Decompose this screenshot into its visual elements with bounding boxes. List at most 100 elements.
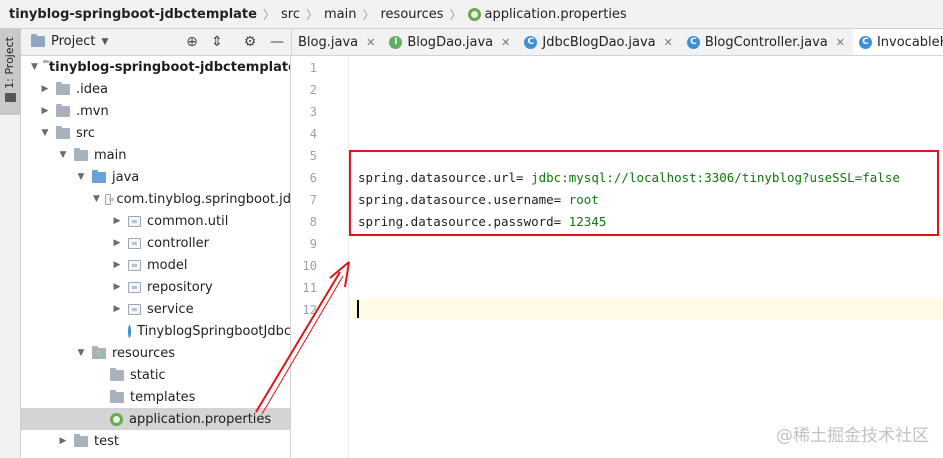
collapsed-arrow-icon[interactable]: ▶ bbox=[111, 238, 123, 248]
breadcrumb-resources[interactable]: resources bbox=[380, 7, 443, 22]
tree-item-java[interactable]: ▼ java bbox=[21, 166, 290, 188]
line-number: 10 bbox=[302, 259, 317, 273]
project-tool-window-button[interactable]: 1: Project bbox=[0, 29, 21, 115]
properties-file-icon bbox=[110, 412, 123, 426]
locate-icon[interactable]: ⊕ bbox=[184, 34, 200, 50]
folder-icon bbox=[110, 389, 124, 403]
tab-label: BlogDao.java bbox=[407, 34, 494, 50]
breadcrumb: tinyblog-springboot-jdbctemplate 〉 src 〉… bbox=[0, 0, 943, 29]
class-icon bbox=[524, 35, 538, 49]
expanded-arrow-icon[interactable]: ▼ bbox=[57, 150, 69, 160]
tree-item-label: templates bbox=[130, 389, 196, 405]
line-number: 4 bbox=[309, 127, 317, 141]
folder-icon bbox=[56, 103, 70, 117]
tab-blogdao-java[interactable]: BlogDao.java ✕ bbox=[383, 29, 518, 55]
expanded-arrow-icon[interactable]: ▼ bbox=[75, 172, 87, 182]
project-tree: ▼ tinyblog-springboot-jdbctemplate D: ▶ … bbox=[21, 56, 291, 458]
tree-item-mvn[interactable]: ▶ .mvn bbox=[21, 100, 290, 122]
chevron-right-icon: 〉 bbox=[362, 7, 375, 22]
tree-item-resources[interactable]: ▼ resources bbox=[21, 342, 290, 364]
package-icon bbox=[128, 259, 141, 271]
expanded-arrow-icon[interactable]: ▼ bbox=[93, 194, 100, 204]
tree-item-idea[interactable]: ▶ .idea bbox=[21, 78, 290, 100]
tree-item-label: java bbox=[112, 169, 140, 185]
tree-item-label: application.properties bbox=[129, 411, 272, 427]
code-editor[interactable]: spring.datasource.url= jdbc:mysql://loca… bbox=[349, 56, 943, 458]
tree-item-model[interactable]: ▶ model bbox=[21, 254, 290, 276]
folder-icon bbox=[56, 81, 70, 95]
line-number: 1 bbox=[309, 61, 317, 75]
project-stripe-label: 1: Project bbox=[3, 37, 16, 89]
tree-item-application-properties[interactable]: application.properties bbox=[21, 408, 290, 430]
tab-jdbcblogdao-java[interactable]: JdbcBlogDao.java ✕ bbox=[518, 29, 681, 55]
tree-item-repository[interactable]: ▶ repository bbox=[21, 276, 290, 298]
caret-down-icon: ▼ bbox=[101, 36, 109, 47]
tab-invocablehandler[interactable]: InvocableHandler bbox=[852, 29, 943, 55]
close-icon[interactable]: ✕ bbox=[664, 36, 673, 49]
class-icon bbox=[686, 35, 700, 49]
close-icon[interactable]: ✕ bbox=[501, 36, 510, 49]
tree-item-common-util[interactable]: ▶ common.util bbox=[21, 210, 290, 232]
minimize-icon[interactable]: — bbox=[269, 34, 285, 50]
tab-blogcontroller-java[interactable]: BlogController.java ✕ bbox=[681, 29, 853, 55]
collapsed-arrow-icon[interactable]: ▶ bbox=[111, 260, 123, 270]
line-number: 7 bbox=[309, 193, 317, 207]
breadcrumb-src[interactable]: src bbox=[281, 7, 300, 22]
tree-item-label: main bbox=[94, 147, 127, 163]
tab-blog-java[interactable]: Blog.java ✕ bbox=[292, 29, 383, 55]
tree-item-label: controller bbox=[147, 235, 210, 251]
collapsed-arrow-icon[interactable]: ▶ bbox=[39, 106, 51, 116]
chevron-right-icon: 〉 bbox=[262, 7, 275, 22]
tree-item-src[interactable]: ▼ src bbox=[21, 122, 290, 144]
tree-item-label: TinyblogSpringbootJdbc bbox=[137, 323, 291, 339]
project-panel-header: Project ▼ ⊕ ⇕ ⚙ — bbox=[21, 29, 291, 56]
folder-icon bbox=[56, 125, 70, 139]
line-number: 2 bbox=[309, 83, 317, 97]
tree-item-label: src bbox=[76, 125, 95, 141]
package-icon bbox=[128, 215, 141, 227]
collapsed-arrow-icon[interactable]: ▶ bbox=[111, 304, 123, 314]
properties-file-icon bbox=[467, 7, 481, 21]
tree-item-label: .mvn bbox=[76, 103, 109, 119]
gear-icon[interactable]: ⚙ bbox=[242, 34, 258, 50]
tree-item-application-class[interactable]: TinyblogSpringbootJdbc bbox=[21, 320, 291, 342]
project-view-selector[interactable]: Project ▼ bbox=[31, 34, 108, 49]
tree-item-service[interactable]: ▶ service bbox=[21, 298, 290, 320]
line-number: 3 bbox=[309, 105, 317, 119]
collapse-icon[interactable]: ⇕ bbox=[209, 34, 225, 50]
package-icon bbox=[104, 193, 114, 205]
tree-item-label: test bbox=[94, 433, 119, 449]
interface-icon bbox=[389, 35, 403, 49]
tree-item-label: tinyblog-springboot-jdbctemplate bbox=[48, 59, 291, 75]
folder-icon bbox=[74, 433, 88, 447]
line-number: 9 bbox=[309, 237, 317, 251]
collapsed-arrow-icon[interactable]: ▶ bbox=[57, 436, 69, 446]
tree-item-templates[interactable]: templates bbox=[21, 386, 290, 408]
tree-item-package-root[interactable]: ▼ com.tinyblog.springboot.jd bbox=[21, 188, 290, 210]
folder-icon bbox=[74, 147, 88, 161]
class-icon bbox=[858, 35, 872, 49]
tree-item-static[interactable]: static bbox=[21, 364, 290, 386]
collapsed-arrow-icon[interactable]: ▶ bbox=[39, 84, 51, 94]
breadcrumb-file[interactable]: application.properties bbox=[485, 7, 627, 22]
close-icon[interactable]: ✕ bbox=[836, 36, 845, 49]
tree-item-test[interactable]: ▶ test bbox=[21, 430, 290, 452]
expanded-arrow-icon[interactable]: ▼ bbox=[31, 62, 38, 72]
breadcrumb-project[interactable]: tinyblog-springboot-jdbctemplate bbox=[9, 7, 257, 22]
project-panel-title: Project bbox=[51, 34, 96, 49]
collapsed-arrow-icon[interactable]: ▶ bbox=[111, 282, 123, 292]
close-icon[interactable]: ✕ bbox=[366, 36, 375, 49]
expanded-arrow-icon[interactable]: ▼ bbox=[39, 128, 51, 138]
tree-item-project-root[interactable]: ▼ tinyblog-springboot-jdbctemplate D: bbox=[21, 56, 291, 78]
chevron-right-icon: 〉 bbox=[305, 7, 318, 22]
expanded-arrow-icon[interactable]: ▼ bbox=[75, 348, 87, 358]
tree-item-main[interactable]: ▼ main bbox=[21, 144, 290, 166]
text-caret bbox=[357, 300, 359, 318]
tab-label: BlogController.java bbox=[704, 34, 828, 50]
collapsed-arrow-icon[interactable]: ▶ bbox=[111, 216, 123, 226]
current-line-highlight bbox=[349, 298, 943, 320]
tree-item-controller[interactable]: ▶ controller bbox=[21, 232, 290, 254]
breadcrumb-main[interactable]: main bbox=[324, 7, 356, 22]
tree-item-label: service bbox=[147, 301, 194, 317]
watermark: @稀土掘金技术社区 bbox=[776, 426, 929, 446]
